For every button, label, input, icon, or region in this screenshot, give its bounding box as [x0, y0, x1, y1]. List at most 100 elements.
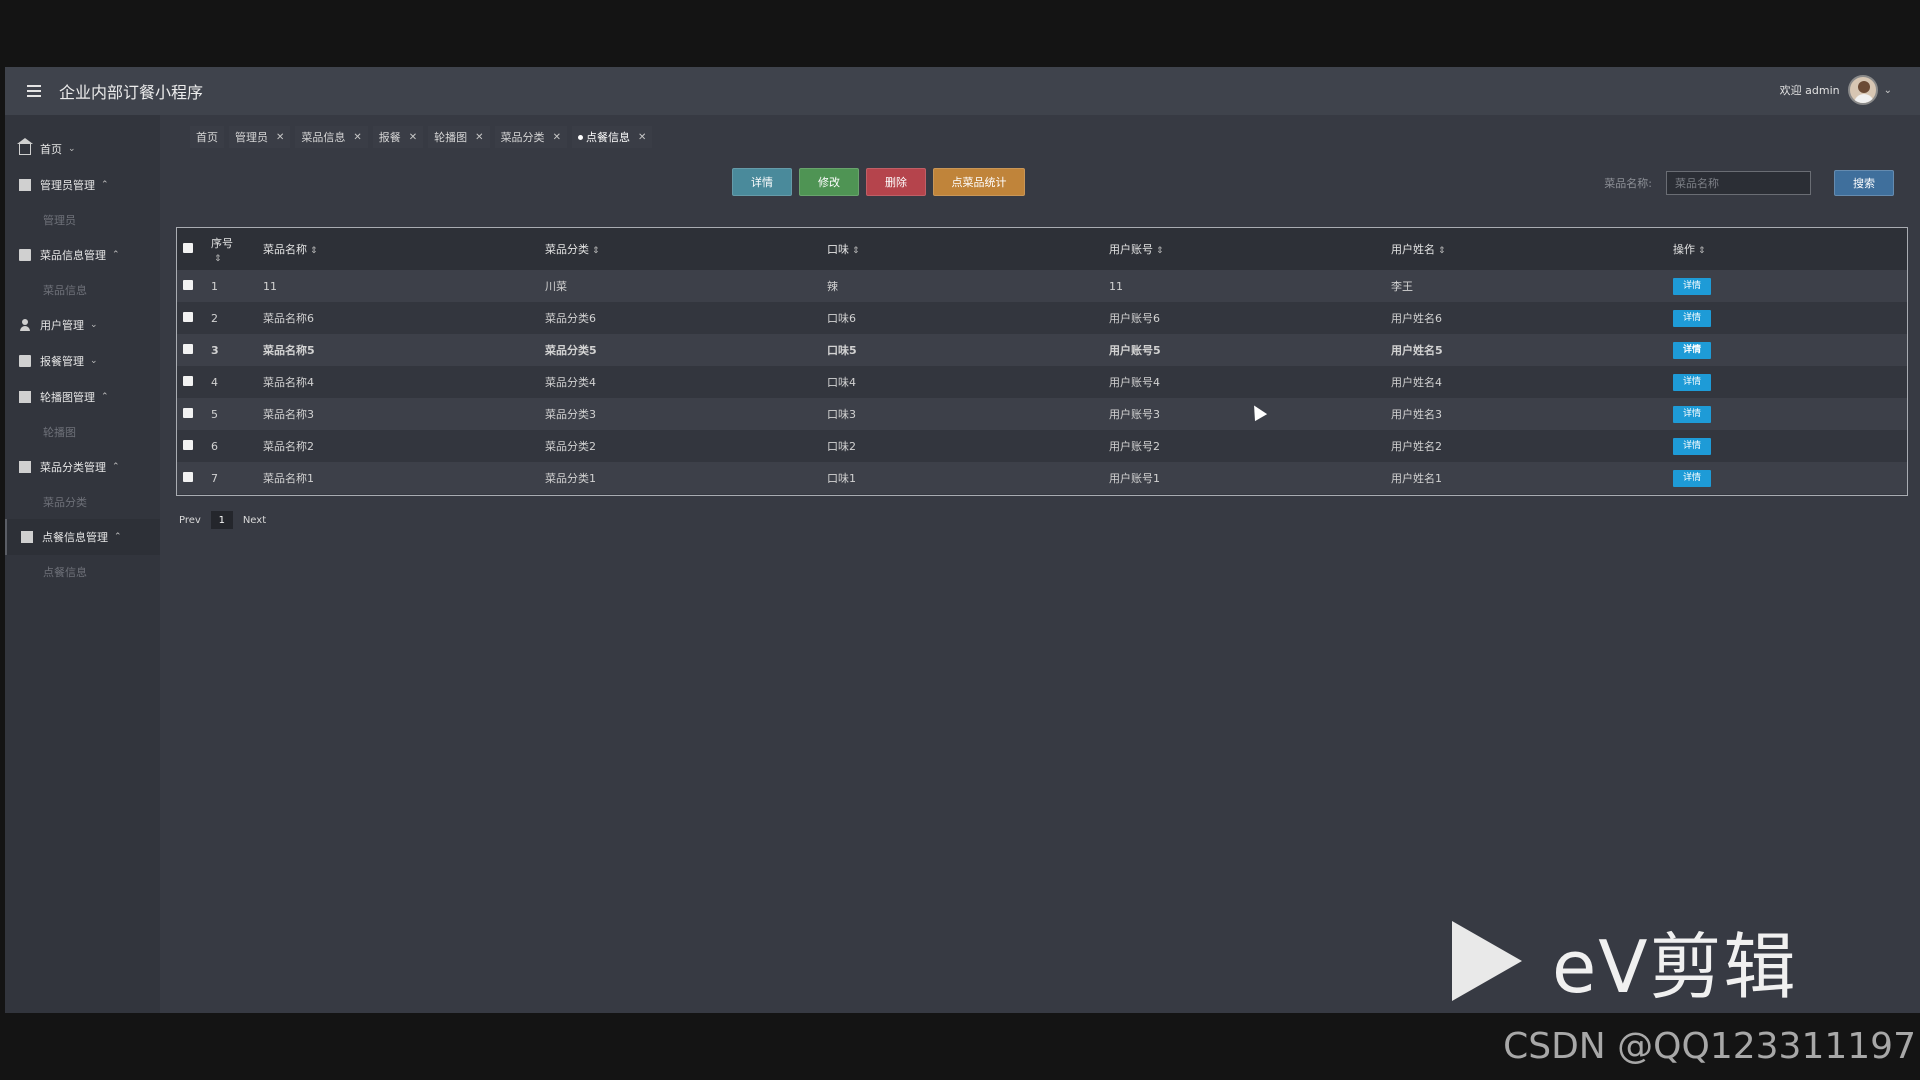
column-header-action[interactable]: 操作 ⇕: [1673, 228, 1907, 270]
select-all-checkbox[interactable]: [183, 242, 193, 253]
column-header-username[interactable]: 用户姓名 ⇕: [1391, 228, 1673, 270]
row-detail-button[interactable]: 详情: [1673, 373, 1711, 391]
column-header-taste[interactable]: 口味 ⇕: [827, 228, 1109, 270]
close-icon[interactable]: ✕: [553, 132, 561, 143]
sidebar-item-label: 用户管理: [40, 319, 84, 332]
toolbar: 详情 修改 删除 点菜品统计: [732, 168, 1025, 196]
sidebar-subitem[interactable]: 菜品信息: [5, 273, 160, 307]
table-row[interactable]: 3 菜品名称5 菜品分类5 口味5 用户账号5 用户姓名5 详情: [177, 334, 1907, 366]
sidebar-subitem[interactable]: 管理员: [5, 203, 160, 237]
sidebar-item[interactable]: 轮播图管理 ⌃: [5, 379, 160, 415]
prev-page-link[interactable]: Prev: [179, 515, 201, 526]
tab-label: 点餐信息: [585, 131, 630, 144]
row-checkbox[interactable]: [183, 343, 193, 354]
tab-item[interactable]: 菜品信息 ✕: [295, 126, 368, 148]
sidebar-item-label: 轮播图管理: [40, 391, 95, 404]
chevron-down-icon[interactable]: ⌄: [1884, 85, 1892, 96]
sidebar-item[interactable]: 管理员管理 ⌃: [5, 167, 160, 203]
stats-button[interactable]: 点菜品统计: [933, 168, 1025, 196]
delete-button[interactable]: 删除: [866, 168, 926, 196]
next-page-link[interactable]: Next: [243, 515, 266, 526]
sidebar-item[interactable]: 首页 ⌄: [5, 131, 160, 167]
search-label: 菜品名称:: [1604, 177, 1652, 190]
tab-item[interactable]: 点餐信息 ✕: [571, 126, 653, 148]
cell-category: 菜品分类3: [545, 408, 596, 421]
close-icon[interactable]: ✕: [276, 132, 284, 143]
chevron-icon: ⌃: [114, 532, 122, 542]
user-menu[interactable]: 欢迎 admin ⌄: [1780, 75, 1892, 105]
sidebar-item[interactable]: 用户管理 ⌄: [5, 307, 160, 343]
close-icon[interactable]: ✕: [638, 132, 646, 143]
column-header-no[interactable]: 序号 ⇕: [211, 228, 263, 270]
sidebar-item[interactable]: 点餐信息管理 ⌃: [5, 519, 160, 555]
cell-name: 菜品名称2: [263, 440, 314, 453]
row-checkbox[interactable]: [183, 311, 193, 322]
csdn-credit: CSDN @QQ123311197: [1503, 1026, 1916, 1067]
hamburger-icon[interactable]: [27, 85, 41, 97]
row-checkbox[interactable]: [183, 279, 193, 290]
table-row[interactable]: 6 菜品名称2 菜品分类2 口味2 用户账号2 用户姓名2 详情: [177, 430, 1907, 462]
edit-button[interactable]: 修改: [799, 168, 859, 196]
sort-icon[interactable]: ⇕: [214, 254, 222, 264]
sidebar-subitem[interactable]: 轮播图: [5, 415, 160, 449]
row-checkbox[interactable]: [183, 471, 193, 482]
cell-account: 用户账号1: [1109, 472, 1160, 485]
column-header-account[interactable]: 用户账号 ⇕: [1109, 228, 1391, 270]
sort-icon[interactable]: ⇕: [1698, 246, 1706, 256]
tab-item[interactable]: 报餐 ✕: [372, 126, 424, 148]
sort-icon[interactable]: ⇕: [310, 246, 318, 256]
row-detail-button[interactable]: 详情: [1673, 469, 1711, 487]
cell-category: 菜品分类1: [545, 472, 596, 485]
avatar[interactable]: [1847, 75, 1878, 105]
data-table: 序号 ⇕ 菜品名称 ⇕ 菜品分类 ⇕ 口味 ⇕ 用户账号 ⇕ 用户姓名 ⇕ 操作 ⇕ 1 11…: [176, 227, 1908, 496]
tab-item[interactable]: 菜品分类 ✕: [494, 126, 567, 148]
doc-icon: [21, 531, 33, 543]
row-detail-button[interactable]: 详情: [1673, 277, 1711, 295]
column-header-name[interactable]: 菜品名称 ⇕: [263, 228, 545, 270]
table-row[interactable]: 2 菜品名称6 菜品分类6 口味6 用户账号6 用户姓名6 详情: [177, 302, 1907, 334]
row-checkbox[interactable]: [183, 439, 193, 450]
row-checkbox[interactable]: [183, 375, 193, 386]
table-row[interactable]: 7 菜品名称1 菜品分类1 口味1 用户账号1 用户姓名1 详情: [177, 462, 1907, 494]
sort-icon[interactable]: ⇕: [592, 246, 600, 256]
sidebar-subitem[interactable]: 点餐信息: [5, 555, 160, 589]
dashboard-icon: [19, 179, 31, 191]
pagination: Prev 1 Next: [179, 511, 266, 529]
tab-item[interactable]: 管理员 ✕: [229, 126, 291, 148]
search-button[interactable]: 搜索: [1834, 170, 1894, 196]
sidebar-subitem[interactable]: 菜品分类: [5, 485, 160, 519]
tab-item[interactable]: 首页: [190, 126, 224, 148]
sort-icon[interactable]: ⇕: [852, 246, 860, 256]
search-input[interactable]: [1666, 171, 1811, 195]
table-row[interactable]: 4 菜品名称4 菜品分类4 口味4 用户账号4 用户姓名4 详情: [177, 366, 1907, 398]
cell-username: 用户姓名5: [1391, 344, 1443, 357]
close-icon[interactable]: ✕: [475, 132, 483, 143]
row-checkbox[interactable]: [183, 407, 193, 418]
row-detail-button[interactable]: 详情: [1673, 437, 1711, 455]
row-detail-button[interactable]: 详情: [1673, 309, 1711, 327]
table-row[interactable]: 1 11 川菜 辣 11 李王 详情: [177, 270, 1907, 302]
close-icon[interactable]: ✕: [353, 132, 361, 143]
welcome-text: 欢迎 admin: [1779, 84, 1840, 97]
table-row[interactable]: 5 菜品名称3 菜品分类3 口味3 用户账号3 用户姓名3 详情: [177, 398, 1907, 430]
sort-icon[interactable]: ⇕: [1156, 246, 1164, 256]
table-icon: [19, 391, 31, 403]
play-icon: [1452, 920, 1522, 1001]
row-detail-button[interactable]: 详情: [1673, 341, 1711, 359]
sidebar-item[interactable]: 菜品分类管理 ⌃: [5, 449, 160, 485]
column-header-category[interactable]: 菜品分类 ⇕: [545, 228, 827, 270]
app-window: 企业内部订餐小程序 欢迎 admin ⌄ 首页 ⌄ 管理员管理 ⌃ 管理员 菜品…: [5, 67, 1920, 1013]
close-icon[interactable]: ✕: [409, 132, 417, 143]
detail-button[interactable]: 详情: [732, 168, 792, 196]
tab-item[interactable]: 轮播图 ✕: [428, 126, 490, 148]
sidebar-item[interactable]: 菜品信息管理 ⌃: [5, 237, 160, 273]
sort-icon[interactable]: ⇕: [1438, 246, 1446, 256]
sidebar: 首页 ⌄ 管理员管理 ⌃ 管理员 菜品信息管理 ⌃ 菜品信息 用户管理 ⌄ 报餐…: [5, 115, 160, 1013]
top-header: 企业内部订餐小程序 欢迎 admin ⌄: [5, 67, 1920, 115]
row-detail-button[interactable]: 详情: [1673, 405, 1711, 423]
page-1-button[interactable]: 1: [210, 511, 233, 529]
sidebar-item[interactable]: 报餐管理 ⌄: [5, 343, 160, 379]
cell-name: 菜品名称5: [263, 344, 315, 357]
cell-username: 用户姓名3: [1391, 408, 1442, 421]
cell-taste: 口味6: [827, 312, 856, 325]
